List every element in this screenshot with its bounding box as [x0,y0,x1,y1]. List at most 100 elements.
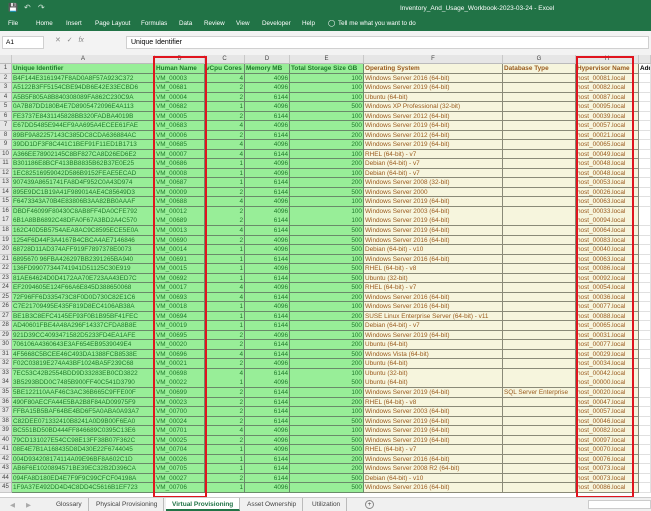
table-cell[interactable]: 1 [205,445,245,455]
table-cell[interactable]: 500 [290,445,364,455]
column-header-g[interactable]: G [503,55,576,64]
empty-cell[interactable] [639,111,651,122]
table-cell[interactable] [503,92,576,103]
table-cell[interactable]: host_00039.local [576,111,639,122]
table-cell[interactable]: 500 [290,349,364,360]
table-cell[interactable]: 100 [290,302,364,312]
table-cell[interactable]: BE1B3C8EFC4145EF93F0B1B95BF41FEC [12,311,155,322]
table-cell[interactable]: VM_00006 [155,130,205,141]
table-cell[interactable] [503,168,576,179]
table-cell[interactable]: 500 [290,187,364,198]
table-cell[interactable]: 6144 [245,340,290,350]
table-cell[interactable]: VM_00692 [155,273,205,284]
empty-cell[interactable] [639,140,651,150]
table-cell[interactable]: VM_00017 [155,283,205,293]
empty-cell[interactable] [639,197,651,207]
table-cell[interactable]: A5122B3FF5154CBE94DB6E42E33ECBD6 [12,83,155,93]
row-header[interactable]: 7 [0,121,12,131]
row-header[interactable]: 24 [0,283,12,293]
table-cell[interactable]: 1 [205,178,245,188]
tab-home[interactable]: Home [36,20,53,27]
row-header[interactable]: 41 [0,445,12,455]
table-cell[interactable] [503,378,576,389]
horizontal-scrollbar[interactable] [588,500,651,509]
table-cell[interactable]: VM_00683 [155,121,205,131]
table-cell[interactable] [503,130,576,141]
enter-icon[interactable]: ✓ [67,37,73,44]
table-cell[interactable]: VM_00021 [155,359,205,370]
row-header[interactable]: 4 [0,92,12,103]
table-cell[interactable]: RHEL (64-bit) - v7 [364,283,503,293]
table-cell[interactable]: 100 [290,83,364,93]
table-cell[interactable] [503,273,576,284]
table-cell[interactable]: 6144 [245,473,290,484]
table-cell[interactable]: 1 [205,168,245,179]
table-cell[interactable]: Windows Server 2008 (32-bit) [364,178,503,188]
table-cell[interactable] [503,311,576,322]
row-header[interactable]: 36 [0,397,12,408]
table-cell[interactable]: 100 [290,368,364,379]
empty-cell[interactable] [639,83,651,93]
table-cell[interactable]: host_00065.local [576,140,639,150]
empty-cell[interactable] [639,435,651,446]
name-box[interactable]: A1 [2,36,44,49]
table-cell[interactable]: VM_00013 [155,226,205,236]
table-cell[interactable] [503,426,576,436]
empty-cell[interactable] [639,168,651,179]
table-cell[interactable]: 2 [205,235,245,246]
table-cell[interactable]: host_00077.local [576,340,639,350]
table-cell[interactable]: 4 [205,283,245,293]
redo-icon[interactable]: ↷ [38,3,45,12]
table-cell[interactable]: 4F5668C5BCEE46C493DA1388FCB8538E [12,349,155,360]
table-cell[interactable]: host_00094.local [576,216,639,227]
table-cell[interactable]: 1 [205,254,245,265]
table-cell[interactable]: host_00073.local [576,473,639,484]
table-cell[interactable]: SUSE Linux Enterprise Server (64-bit) - … [364,311,503,322]
table-cell[interactable]: VM_00681 [155,83,205,93]
empty-cell[interactable] [639,102,651,112]
table-cell[interactable]: RHEL (64-bit) - v7 [364,445,503,455]
table-cell[interactable]: VM_00024 [155,416,205,427]
empty-cell[interactable] [639,416,651,427]
table-cell[interactable]: 4096 [245,168,290,179]
empty-cell[interactable] [639,368,651,379]
table-cell[interactable]: RHEL (64-bit) - v8 [364,397,503,408]
table-cell[interactable]: 4 [205,368,245,379]
table-cell[interactable] [503,416,576,427]
table-cell[interactable]: VM_00014 [155,245,205,255]
table-cell[interactable]: VM_00688 [155,197,205,207]
table-cell[interactable]: VM_00682 [155,102,205,112]
formula-input[interactable]: Unique Identifier [126,36,649,49]
table-cell[interactable]: 5BE122110AAF46C3AC36B665C9FFE00F [12,388,155,398]
table-cell[interactable]: VM_00704 [155,445,205,455]
empty-cell[interactable] [639,321,651,331]
table-cell[interactable]: host_00048.local [576,168,639,179]
table-cell[interactable]: 200 [290,454,364,465]
table-cell[interactable]: host_00057.local [576,121,639,131]
table-cell[interactable]: 500 [290,264,364,274]
empty-cell[interactable] [639,216,651,227]
table-cell[interactable]: 094FA8D180ED4E7F9F9C99CFCF04198A [12,473,155,484]
table-cell[interactable]: Ubuntu (32-bit) [364,273,503,284]
table-cell[interactable] [503,368,576,379]
table-cell[interactable] [503,473,576,484]
column-title[interactable]: Memory MB [245,64,290,74]
table-cell[interactable]: 4096 [245,121,290,131]
table-cell[interactable] [503,359,576,370]
table-cell[interactable]: 4 [205,349,245,360]
table-cell[interactable]: 500 [290,483,364,493]
sheet-tab-physical-provisioning[interactable]: Physical Provisioning [90,498,165,511]
table-cell[interactable]: 4096 [245,302,290,312]
table-cell[interactable]: host_00087.local [576,92,639,103]
empty-cell[interactable] [639,454,651,465]
table-cell[interactable]: VM_00020 [155,340,205,350]
column-header-e[interactable]: E [290,55,364,64]
table-cell[interactable]: A366EE78902145C8BF827CA8D26ED6E2 [12,149,155,160]
empty-cell[interactable] [639,340,651,350]
table-cell[interactable]: 100 [290,111,364,122]
row-header[interactable]: 11 [0,159,12,169]
table-cell[interactable]: host_00034.local [576,359,639,370]
cancel-icon[interactable]: ✕ [55,37,61,44]
table-cell[interactable]: Windows XP Professional (32-bit) [364,102,503,112]
empty-cell[interactable] [639,464,651,474]
